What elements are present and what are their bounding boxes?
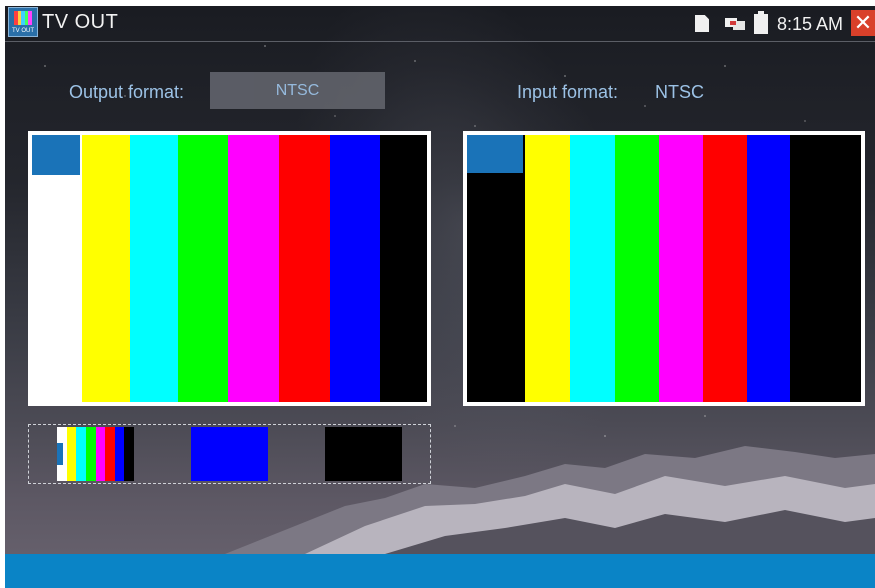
input-bar-blue [747,135,790,402]
input-bar-red [703,135,747,402]
thumbnail-color-bars[interactable] [57,427,134,481]
output-preview[interactable] [28,131,431,406]
app-icon-caption: TV OUT [12,28,34,34]
app-title: TV OUT [42,11,119,33]
output-bar-red [279,135,330,402]
tv-out-app-icon: TV OUT [8,7,38,37]
input-bar-black-left [467,135,525,402]
output-bar-white [32,135,82,402]
output-color-bars [32,135,427,402]
output-bar-green [178,135,228,402]
clock: 8:15 AM [777,14,844,34]
output-bar-black [380,135,427,402]
status-divider [5,41,875,42]
output-bar-magenta [228,135,279,402]
input-bar-black-right [790,135,861,402]
tv-out-screen: TV OUT TV OUT 8:15 AM ✕ Output format: N… [5,6,875,588]
pattern-thumbnails [28,424,431,484]
output-bar-yellow [82,135,130,402]
bottom-bar [5,554,875,588]
input-bar-green [615,135,659,402]
thumbnail-solid-black[interactable] [325,427,402,481]
input-format-label: Input format: [517,82,619,102]
sd-card-icon [695,15,709,32]
input-logo-tile [467,135,523,173]
output-bar-blue [330,135,380,402]
output-format-label: Output format: [69,82,185,102]
output-bar-cyan [130,135,178,402]
battery-icon [754,11,768,34]
thumbnail-solid-blue[interactable] [191,427,268,481]
close-button[interactable]: ✕ [851,10,875,36]
input-format-value: NTSC [655,82,704,102]
input-bar-yellow [525,135,570,402]
input-preview[interactable] [463,131,865,406]
input-bar-cyan [570,135,615,402]
input-bar-magenta [659,135,703,402]
input-color-bars [467,135,861,402]
network-icon [725,18,745,30]
output-format-select[interactable]: NTSC [210,72,385,109]
output-logo-tile [32,135,80,175]
status-bar: TV OUT TV OUT 8:15 AM ✕ [5,6,875,42]
close-icon: ✕ [853,10,873,35]
